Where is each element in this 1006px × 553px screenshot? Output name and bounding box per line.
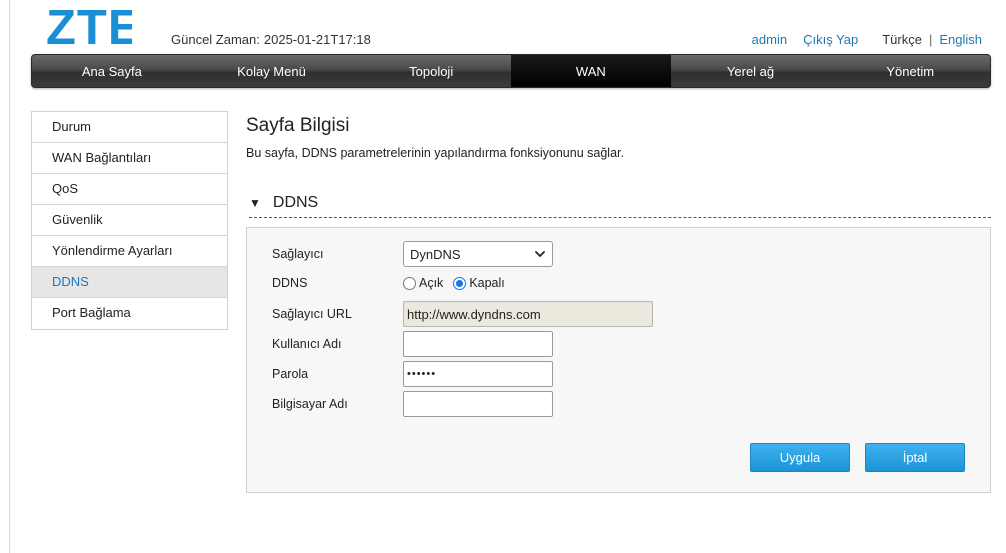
username-field[interactable] — [403, 331, 553, 357]
url-row: Sağlayıcı URL http://www.dyndns.com — [272, 301, 653, 327]
chevron-down-icon — [535, 251, 545, 257]
language-current[interactable]: Türkçe — [882, 32, 922, 47]
provider-label: Sağlayıcı — [272, 247, 324, 261]
password-field[interactable]: •••••• — [403, 361, 553, 387]
provider-row: Sağlayıcı DynDNS — [272, 241, 553, 267]
ddns-off-option[interactable]: Kapalı — [453, 276, 505, 290]
nav-item-wan[interactable]: WAN — [511, 55, 671, 87]
password-row: Parola •••••• — [272, 361, 553, 387]
hostname-row: Bilgisayar Adı — [272, 391, 553, 417]
apply-button[interactable]: Uygula — [750, 443, 850, 472]
time-value: 2025-01-21T17:18 — [263, 32, 371, 47]
sidebar-item-wan-baglantilari[interactable]: WAN Bağlantıları — [32, 143, 227, 174]
provider-url-field[interactable]: http://www.dyndns.com — [403, 301, 653, 327]
provider-select[interactable]: DynDNS — [403, 241, 553, 267]
ddns-on-option[interactable]: Açık — [403, 276, 443, 290]
current-time: Güncel Zaman: 2025-01-21T17:18 — [171, 32, 371, 47]
sidebar-item-guvenlik[interactable]: Güvenlik — [32, 205, 227, 236]
nav-item-yonetim[interactable]: Yönetim — [830, 55, 990, 87]
ddns-section-header[interactable]: ▼ DDNS — [249, 189, 991, 218]
password-label: Parola — [272, 367, 309, 381]
ddns-on-label: Açık — [419, 276, 444, 290]
nav-item-topoloji[interactable]: Topoloji — [351, 55, 511, 87]
nav-item-kolay-menu[interactable]: Kolay Menü — [192, 55, 352, 87]
zte-logo: ZTE — [46, 4, 132, 46]
left-border-line — [9, 0, 10, 553]
nav-item-yerel-ag[interactable]: Yerel ağ — [671, 55, 831, 87]
language-separator: | — [928, 32, 933, 47]
ddns-radio-group: Açık Kapalı — [403, 276, 515, 290]
user-link[interactable]: admin — [752, 32, 787, 47]
url-label: Sağlayıcı URL — [272, 307, 352, 321]
logout-link[interactable]: Çıkış Yap — [803, 32, 858, 47]
nav-item-ana-sayfa[interactable]: Ana Sayfa — [32, 55, 192, 87]
logo-text: ZTE — [46, 4, 132, 46]
section-title: DDNS — [272, 194, 319, 211]
ddns-form-panel: Sağlayıcı DynDNS DDNS Açık Kapalı Sağlay… — [246, 227, 991, 493]
hostname-field[interactable] — [403, 391, 553, 417]
sidebar-item-port-baglama[interactable]: Port Bağlama — [32, 298, 227, 329]
sidebar-item-ddns[interactable]: DDNS — [32, 267, 227, 298]
ddns-off-label: Kapalı — [469, 276, 505, 290]
language-english-link[interactable]: English — [939, 32, 982, 47]
sidebar-item-qos[interactable]: QoS — [32, 174, 227, 205]
top-links: admin Çıkış Yap Türkçe | English — [752, 32, 982, 47]
page-title: Sayfa Bilgisi — [246, 115, 350, 136]
username-label: Kullanıcı Adı — [272, 337, 342, 351]
hostname-label: Bilgisayar Adı — [272, 397, 348, 411]
sidebar-item-durum[interactable]: Durum — [32, 112, 227, 143]
ddns-label: DDNS — [272, 276, 308, 290]
ddns-row: DDNS Açık Kapalı — [272, 276, 515, 290]
sidebar-item-yonlendirme-ayarlari[interactable]: Yönlendirme Ayarları — [32, 236, 227, 267]
username-row: Kullanıcı Adı — [272, 331, 553, 357]
main-nav: Ana Sayfa Kolay Menü Topoloji WAN Yerel … — [31, 54, 991, 88]
ddns-on-radio[interactable] — [403, 276, 416, 290]
ddns-off-radio[interactable] — [453, 276, 467, 290]
cancel-button[interactable]: İptal — [865, 443, 965, 472]
provider-selected-value: DynDNS — [410, 246, 461, 262]
sidebar: Durum WAN Bağlantıları QoS Güvenlik Yönl… — [31, 111, 228, 330]
collapse-triangle-icon[interactable]: ▼ — [249, 196, 261, 210]
time-label: Güncel Zaman: — [171, 32, 260, 47]
page-description: Bu sayfa, DDNS parametrelerinin yapıland… — [246, 146, 624, 160]
